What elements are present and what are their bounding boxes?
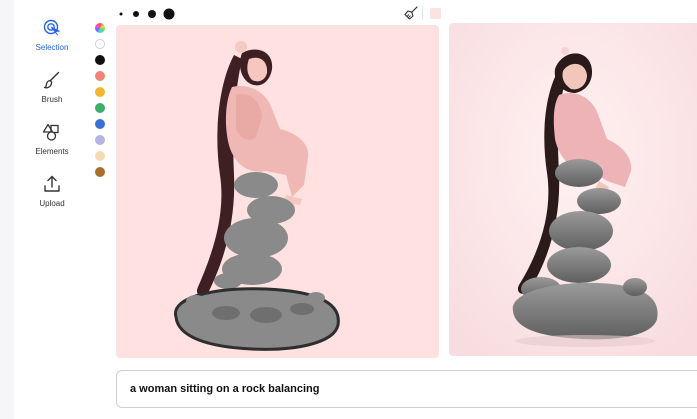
brush-size-large[interactable] <box>163 8 175 20</box>
tool-brush[interactable]: Brush <box>20 70 84 104</box>
left-rail <box>0 0 14 419</box>
tool-selection[interactable]: Selection <box>20 18 84 52</box>
brush-icon <box>43 71 60 89</box>
color-swatch-green[interactable] <box>95 103 105 113</box>
prompt-text: a woman sitting on a rock balancing <box>130 383 320 395</box>
color-swatch-yellow[interactable] <box>95 87 105 97</box>
tool-elements[interactable]: Elements <box>20 122 84 156</box>
color-swatch-lavender[interactable] <box>95 135 105 145</box>
tool-label-selection: Selection <box>35 43 69 52</box>
brush-size-small[interactable] <box>133 11 139 17</box>
tool-label-upload: Upload <box>39 199 65 208</box>
color-wheel-swatch[interactable] <box>95 23 105 33</box>
broom-icon[interactable] <box>404 6 418 20</box>
color-swatch-salmon[interactable] <box>95 71 105 81</box>
generated-image-picture <box>449 23 697 356</box>
brush-size-tiny[interactable] <box>119 12 123 16</box>
elements-icon <box>42 123 59 141</box>
color-swatch-black[interactable] <box>95 55 105 65</box>
upload-icon <box>44 175 60 192</box>
color-swatch-blue[interactable] <box>95 119 105 129</box>
tool-upload[interactable]: Upload <box>20 174 84 208</box>
top-tools <box>404 6 441 20</box>
tool-label-brush: Brush <box>41 95 63 104</box>
color-swatch-white[interactable] <box>95 39 105 49</box>
brush-size-medium[interactable] <box>148 10 156 18</box>
current-color-chip[interactable] <box>430 7 441 19</box>
selection-icon <box>43 19 60 36</box>
sketch-drawing <box>116 25 439 358</box>
color-swatch-brown[interactable] <box>95 167 105 177</box>
divider <box>422 6 423 20</box>
sketch-canvas[interactable] <box>116 25 439 358</box>
prompt-input[interactable]: a woman sitting on a rock balancing <box>116 370 697 408</box>
tool-label-elements: Elements <box>35 147 69 156</box>
generated-image[interactable] <box>449 23 697 356</box>
color-swatch-peach[interactable] <box>95 151 105 161</box>
